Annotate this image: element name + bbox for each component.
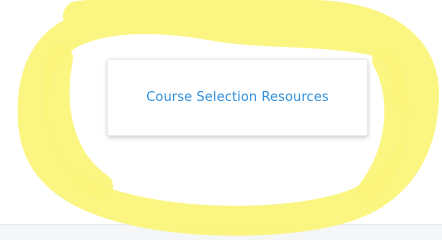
page-canvas: Course Selection Resources <box>0 0 442 240</box>
page-footer-band <box>0 224 442 240</box>
highlighter-stroke-tail <box>358 48 409 202</box>
course-selection-resources-link[interactable]: Course Selection Resources <box>146 90 329 105</box>
course-selection-resources-card[interactable]: Course Selection Resources <box>107 59 368 136</box>
highlighter-stroke-overlap <box>43 45 113 199</box>
